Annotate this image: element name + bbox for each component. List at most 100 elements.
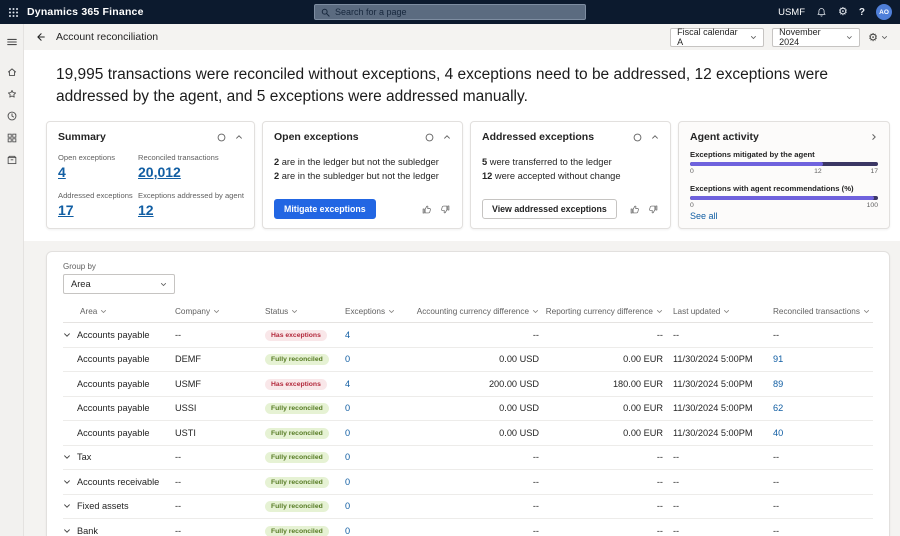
addressed-exceptions-link[interactable]: 17 <box>58 202 74 218</box>
exceptions-link[interactable]: 0 <box>345 526 350 536</box>
status-badge: Fully reconciled <box>265 526 329 536</box>
expand-chevron-icon[interactable] <box>63 478 77 486</box>
reconciled-value: -- <box>773 526 779 536</box>
modules-grid-icon[interactable] <box>0 127 24 149</box>
table-row[interactable]: Accounts payable USMF Has exceptions 4 2… <box>63 372 873 397</box>
column-header-status[interactable]: Status <box>265 307 345 316</box>
open-exceptions-link[interactable]: 4 <box>58 164 66 180</box>
chevron-right-icon[interactable] <box>870 133 878 141</box>
status-circle-icon[interactable] <box>217 133 226 142</box>
exceptions-link[interactable]: 0 <box>345 452 350 462</box>
exceptions-link[interactable]: 4 <box>345 379 350 389</box>
thumbs-up-icon[interactable] <box>629 204 640 215</box>
table-row[interactable]: Accounts payable USTI Fully reconciled 0… <box>63 421 873 446</box>
reconciled-link[interactable]: 40 <box>773 428 783 438</box>
collapse-chevron-icon[interactable] <box>443 133 451 141</box>
period-select[interactable]: November 2024 <box>772 28 860 47</box>
open-exceptions-line: 2 are in the subledger but not the ledge… <box>274 169 451 183</box>
reconciled-link[interactable]: 89 <box>773 379 783 389</box>
agent-progress-recommendations: Exceptions with agent recommendations (%… <box>690 184 878 211</box>
exceptions-link[interactable]: 0 <box>345 501 350 511</box>
exceptions-link[interactable]: 0 <box>345 403 350 413</box>
see-all-link[interactable]: See all <box>690 211 718 221</box>
table-group-row[interactable]: Tax -- Fully reconciled 0 -- -- -- -- <box>63 446 873 471</box>
open-exceptions-line: 2 are in the ledger but not the subledge… <box>274 155 451 169</box>
exceptions-link[interactable]: 4 <box>345 330 350 340</box>
status-badge: Fully reconciled <box>265 452 329 463</box>
column-header-reconciled-transactions[interactable]: Reconciled transactions <box>763 307 873 316</box>
reconciled-link[interactable]: 91 <box>773 354 783 364</box>
collapse-chevron-icon[interactable] <box>651 133 659 141</box>
open-exceptions-details: 2 are in the ledger but not the subledge… <box>274 155 451 184</box>
open-exceptions-card-title: Open exceptions <box>274 131 359 143</box>
page-settings-button[interactable]: ⚙ <box>868 31 888 44</box>
expand-chevron-icon[interactable] <box>63 502 77 510</box>
exceptions-link[interactable]: 0 <box>345 354 350 364</box>
summary-card-title: Summary <box>58 131 106 143</box>
view-addressed-exceptions-button[interactable]: View addressed exceptions <box>482 199 617 219</box>
search-input[interactable] <box>335 7 579 17</box>
expand-chevron-icon[interactable] <box>63 453 77 461</box>
gear-icon: ⚙ <box>868 31 878 44</box>
table-group-row[interactable]: Bank -- Fully reconciled 0 -- -- -- -- <box>63 519 873 536</box>
column-header-area[interactable]: Area <box>63 307 175 316</box>
app-launcher-icon[interactable] <box>8 7 19 18</box>
fiscal-calendar-select[interactable]: Fiscal calendar A <box>670 28 764 47</box>
company-picker[interactable]: USMF <box>778 7 805 18</box>
column-header-accounting-currency-difference[interactable]: Accounting currency difference <box>413 307 539 316</box>
screen: Dynamics 365 Finance USMF ⚙ ? AO <box>0 0 900 536</box>
table-header: Area Company Status Exceptions Accountin… <box>63 307 873 323</box>
settings-icon[interactable]: ⚙ <box>838 7 848 18</box>
home-icon[interactable] <box>0 61 24 83</box>
reconciled-transactions-link[interactable]: 20,012 <box>138 164 181 180</box>
progress-fill <box>690 196 874 200</box>
table-group-row[interactable]: Fixed assets -- Fully reconciled 0 -- --… <box>63 495 873 520</box>
thumbs-down-icon[interactable] <box>440 204 451 215</box>
column-header-exceptions[interactable]: Exceptions <box>345 307 413 316</box>
group-by-select[interactable]: Area <box>63 274 175 294</box>
reconciled-value: -- <box>773 452 779 462</box>
help-icon[interactable]: ? <box>859 7 865 18</box>
thumbs-up-icon[interactable] <box>421 204 432 215</box>
exceptions-by-agent-link[interactable]: 12 <box>138 202 154 218</box>
notifications-icon[interactable] <box>816 7 827 18</box>
search-icon <box>321 8 330 17</box>
table-row[interactable]: Accounts payable USSI Fully reconciled 0… <box>63 397 873 422</box>
group-by-value: Area <box>71 279 91 289</box>
exceptions-link[interactable]: 0 <box>345 428 350 438</box>
favorites-star-icon[interactable] <box>0 83 24 105</box>
mitigate-exceptions-button[interactable]: Mitigate exceptions <box>274 199 376 219</box>
metric-addressed-exceptions: Addressed exceptions 17 <box>58 191 138 220</box>
table-row[interactable]: Accounts payable DEMF Fully reconciled 0… <box>63 348 873 373</box>
collapse-chevron-icon[interactable] <box>235 133 243 141</box>
exceptions-link[interactable]: 0 <box>345 477 350 487</box>
table-group-row[interactable]: Accounts receivable -- Fully reconciled … <box>63 470 873 495</box>
search-box[interactable] <box>314 4 586 20</box>
progress-fill <box>690 162 823 166</box>
reconciled-link[interactable]: 62 <box>773 403 783 413</box>
metric-exceptions-by-agent: Exceptions addressed by agent 12 <box>138 191 244 220</box>
topbar-left: Dynamics 365 Finance <box>8 6 144 18</box>
avatar[interactable]: AO <box>876 4 892 20</box>
reconciled-value: -- <box>773 477 779 487</box>
addressed-exceptions-card-title: Addressed exceptions <box>482 131 594 143</box>
navbar-controls: Fiscal calendar A November 2024 ⚙ <box>670 28 888 47</box>
column-header-company[interactable]: Company <box>175 307 265 316</box>
expand-chevron-icon[interactable] <box>63 331 77 339</box>
summary-metrics: Open exceptions 4 Reconciled transaction… <box>58 153 243 220</box>
agent-activity-card: Agent activity Exceptions mitigated by t… <box>678 121 890 229</box>
recent-clock-icon[interactable] <box>0 105 24 127</box>
expand-chevron-icon[interactable] <box>63 527 77 535</box>
column-header-last-updated[interactable]: Last updated <box>663 307 763 316</box>
metric-reconciled-transactions: Reconciled transactions 20,012 <box>138 153 244 182</box>
status-circle-icon[interactable] <box>633 133 642 142</box>
reconciliation-table-panel: Group by Area Area Company Status Except… <box>46 251 890 536</box>
reconciliation-headline: 19,995 transactions were reconciled with… <box>56 64 882 108</box>
menu-icon[interactable] <box>0 31 24 53</box>
column-header-reporting-currency-difference[interactable]: Reporting currency difference <box>539 307 663 316</box>
table-group-row[interactable]: Accounts payable -- Has exceptions 4 -- … <box>63 323 873 348</box>
status-circle-icon[interactable] <box>425 133 434 142</box>
back-button[interactable] <box>34 31 46 43</box>
workspaces-box-icon[interactable] <box>0 149 24 171</box>
thumbs-down-icon[interactable] <box>648 204 659 215</box>
